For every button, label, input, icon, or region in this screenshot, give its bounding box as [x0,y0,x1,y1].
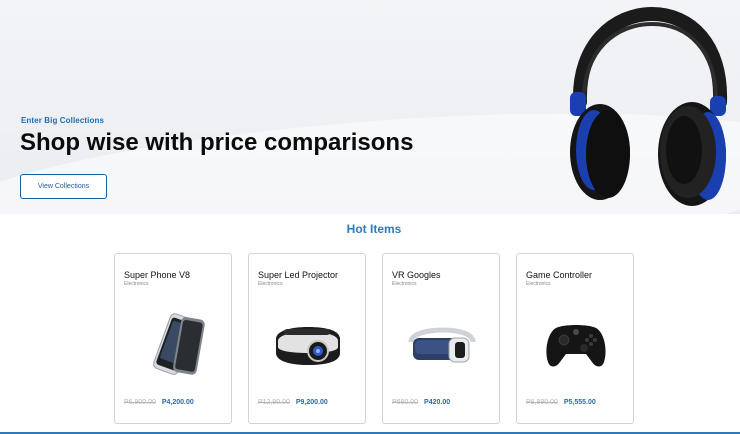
projector-image [263,310,353,380]
product-card[interactable]: Game Controller Electronics P8,890.00 P5… [516,253,634,424]
product-category: Electronics [526,281,551,287]
headphones-image [570,6,728,206]
hero-headline: Shop wise with price comparisons [20,129,414,156]
product-category: Electronics [392,281,417,287]
product-name: VR Googles [392,270,441,280]
vr-headset-image [397,310,487,380]
product-name: Super Phone V8 [124,270,191,280]
price: P420.00 [424,399,451,406]
price: P4,200.00 [161,399,194,406]
hero-kicker: Enter Big Collections [21,116,104,125]
product-card[interactable]: VR Googles Electronics P680.00 P420.00 [382,253,500,424]
smartphone-image [129,310,219,380]
product-name: Game Controller [526,270,593,280]
price: P9,200.00 [295,399,328,406]
hero-banner: Enter Big Collections Shop wise with pri… [0,0,740,214]
product-prices: P8,890.00 P5,555.00 [526,399,596,406]
product-card[interactable]: Super Phone V8 Electronics P6,900.00 P4,… [114,253,232,424]
price: P5,555.00 [563,399,596,406]
old-price: P6,900.00 [124,399,156,406]
product-prices: P12,90.00 P9,200.00 [258,399,328,406]
product-card[interactable]: Super Led Projector Electronics P12,90.0… [248,253,366,424]
game-controller-image [531,310,621,380]
hot-items-title: Hot Items [346,222,402,236]
product-category: Electronics [258,281,283,287]
product-category: Electronics [124,281,149,287]
old-price: P12,90.00 [258,399,290,406]
view-collections-button[interactable]: View Collections [20,174,107,199]
old-price: P680.00 [392,399,419,406]
product-prices: P6,900.00 P4,200.00 [124,399,194,406]
product-prices: P680.00 P420.00 [392,399,450,406]
old-price: P8,890.00 [526,399,558,406]
product-name: Super Led Projector [258,270,339,280]
